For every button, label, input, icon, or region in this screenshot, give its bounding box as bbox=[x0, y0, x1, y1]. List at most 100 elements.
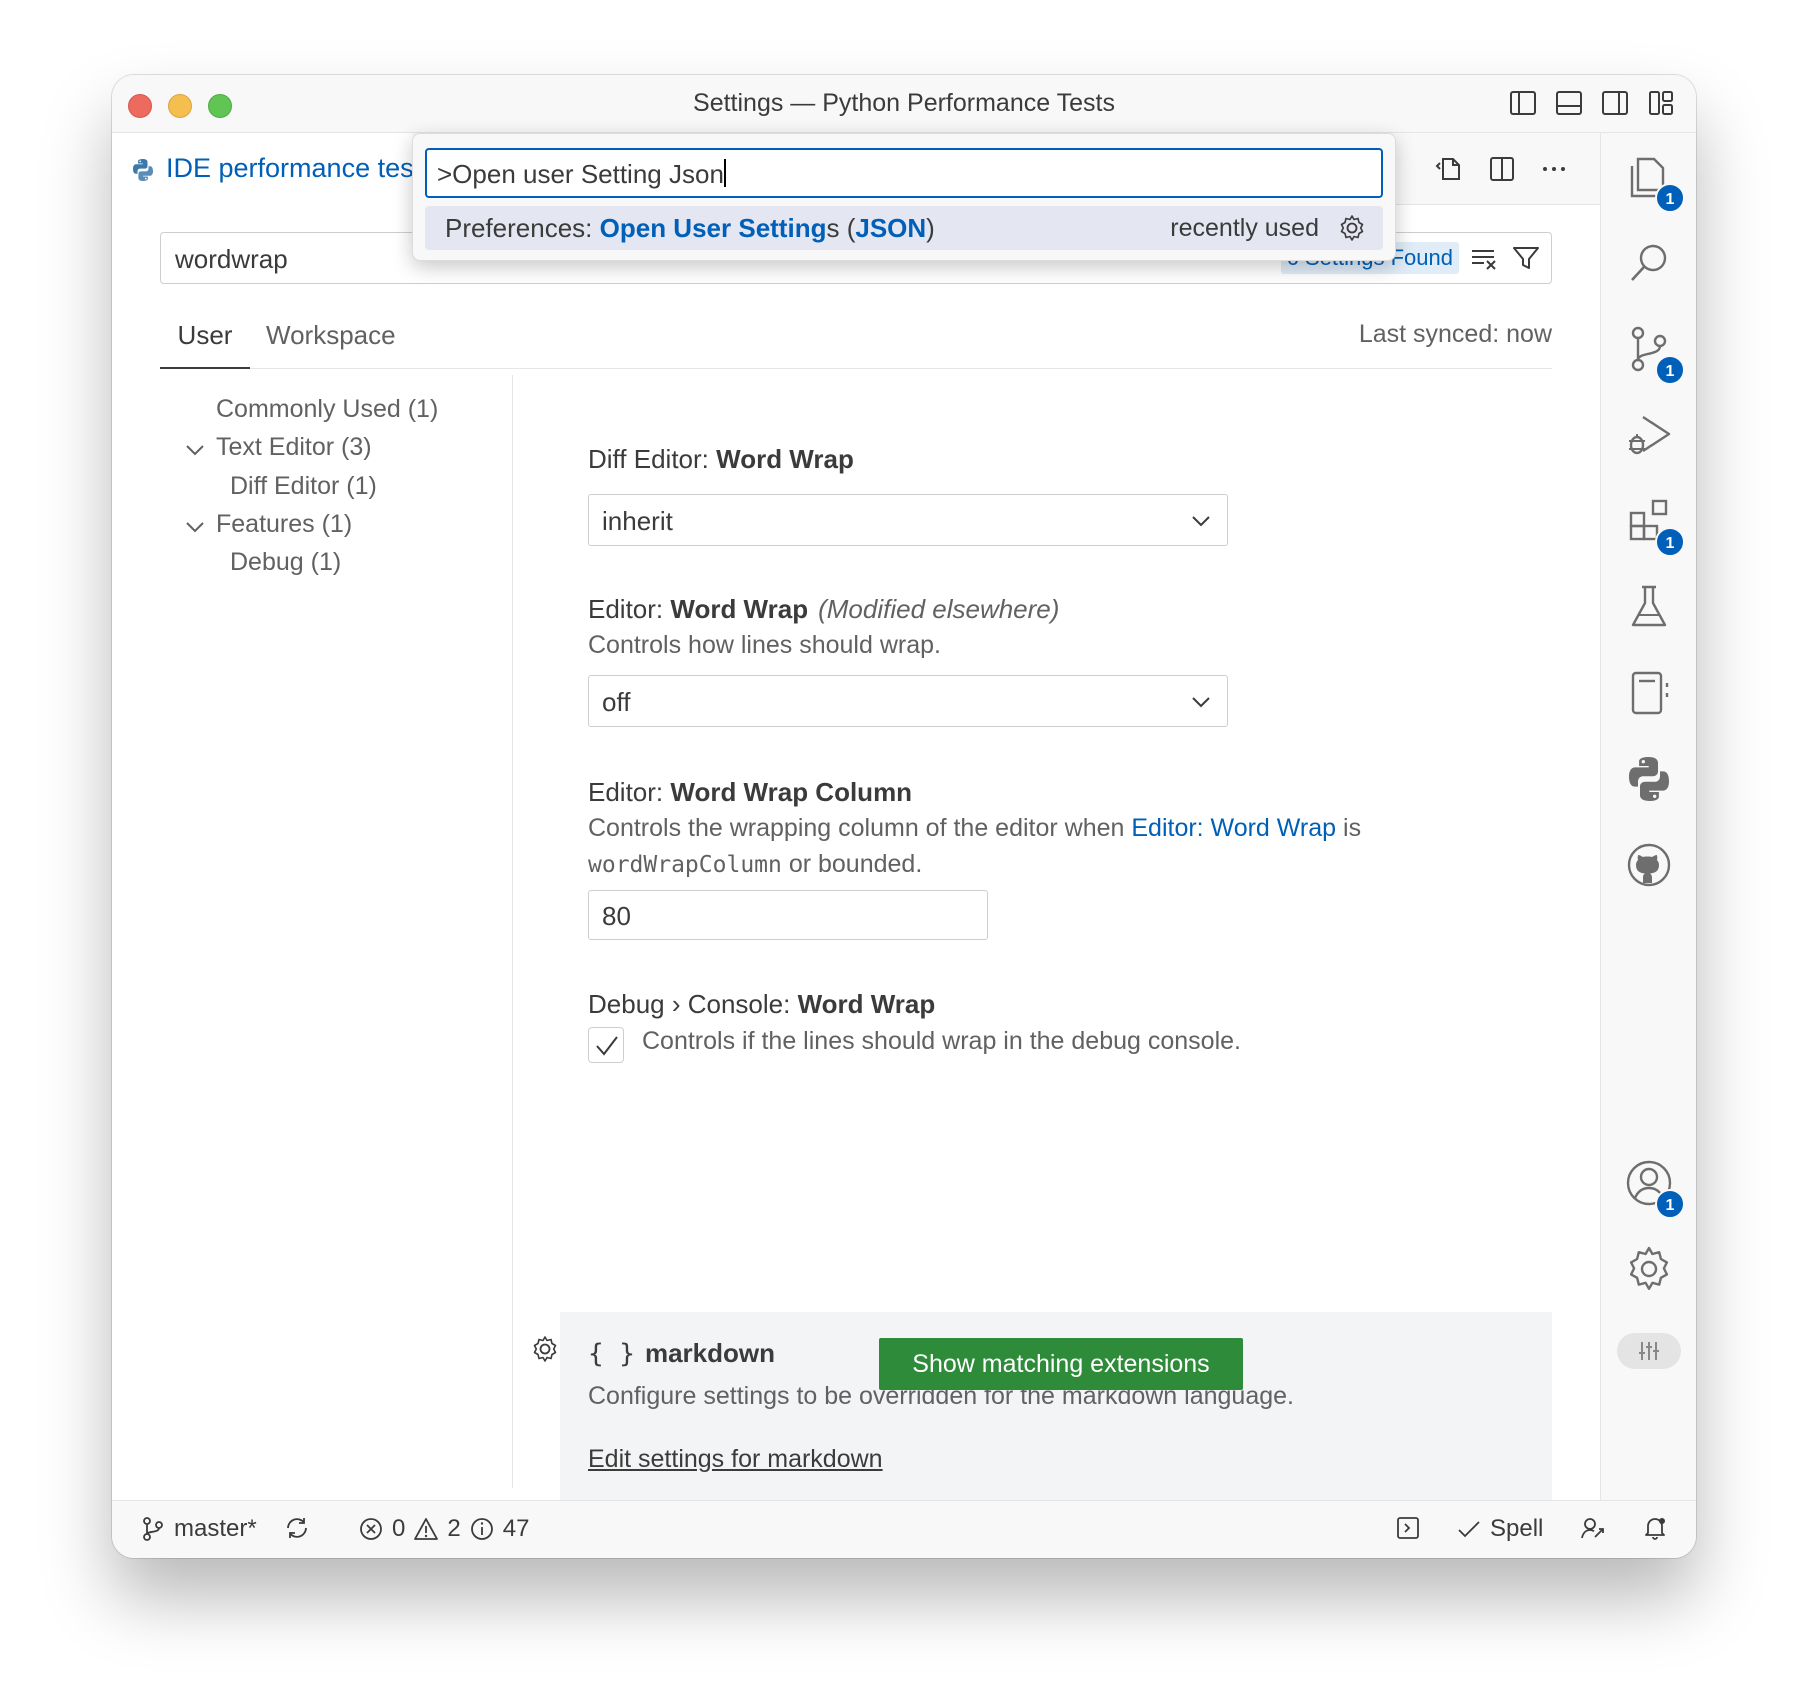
debug-word-wrap-checkbox[interactable] bbox=[588, 1027, 624, 1063]
spell-check-status[interactable]: Spell bbox=[1456, 1515, 1543, 1543]
split-editor-icon[interactable] bbox=[1486, 153, 1518, 185]
command-input-value: >Open user Setting Json bbox=[437, 159, 726, 190]
explorer-icon[interactable]: 1 bbox=[1623, 151, 1685, 213]
editor-word-wrap-select[interactable]: off bbox=[588, 675, 1228, 727]
title-bar: Settings — Python Performance Tests bbox=[112, 75, 1696, 133]
language-name: markdown bbox=[644, 1338, 775, 1368]
configure-keybinding-gear-icon[interactable] bbox=[1337, 213, 1367, 243]
setting-category: Editor: bbox=[588, 777, 671, 807]
info-count: 47 bbox=[502, 1515, 530, 1542]
toggle-primary-sidebar-icon[interactable] bbox=[1508, 88, 1538, 118]
error-count: 0 bbox=[392, 1515, 406, 1542]
setting-link[interactable]: Editor: Word Wrap bbox=[1131, 814, 1336, 842]
adjust-controls-button[interactable] bbox=[1617, 1333, 1681, 1369]
edit-markdown-settings-link[interactable]: Edit settings for markdown bbox=[588, 1445, 883, 1474]
extensions-badge: 1 bbox=[1655, 527, 1685, 557]
braces-icon: { } bbox=[588, 1339, 635, 1369]
toc-item-text-editor[interactable]: Text Editor (3) bbox=[216, 433, 372, 462]
setting-description: Controls how lines should wrap. bbox=[588, 631, 941, 659]
select-value: off bbox=[602, 687, 631, 717]
description-text: or bounded. bbox=[781, 850, 923, 878]
info-icon bbox=[470, 1518, 493, 1540]
layout-controls bbox=[1508, 88, 1676, 118]
bell-icon bbox=[1645, 1518, 1665, 1540]
source-control-icon[interactable]: 1 bbox=[1623, 323, 1685, 385]
checkmark-icon bbox=[596, 1036, 618, 1056]
result-text: s ( bbox=[826, 213, 856, 243]
command-palette: >Open user Setting Json Preferences: Ope… bbox=[412, 133, 1396, 261]
setting-name: Word Wrap Column bbox=[670, 777, 913, 807]
setting-name: Word Wrap bbox=[670, 594, 809, 624]
git-branch-icon bbox=[143, 1517, 163, 1541]
setting-name: Word Wrap bbox=[797, 989, 936, 1019]
extensions-icon[interactable]: 1 bbox=[1623, 495, 1685, 557]
toc-divider bbox=[512, 375, 513, 1488]
toc-item-features[interactable]: Features (1) bbox=[216, 510, 352, 539]
markdown-title: { } markdown bbox=[588, 1338, 775, 1369]
show-matching-extensions-button[interactable]: Show matching extensions bbox=[879, 1338, 1243, 1390]
description-text: is bbox=[1336, 814, 1362, 842]
sync-button[interactable] bbox=[284, 1515, 310, 1541]
python-icon[interactable] bbox=[1623, 753, 1675, 805]
diff-word-wrap-select[interactable]: inherit bbox=[588, 494, 1228, 546]
terminal-icon bbox=[1397, 1517, 1419, 1539]
toggle-secondary-sidebar-icon[interactable] bbox=[1600, 88, 1630, 118]
accounts-icon[interactable]: 1 bbox=[1623, 1157, 1685, 1219]
python-file-icon bbox=[130, 157, 156, 183]
text-caret bbox=[723, 159, 726, 187]
editor-tab[interactable]: IDE performance tes bbox=[112, 133, 414, 205]
tab-workspace[interactable]: Workspace bbox=[266, 320, 396, 351]
setting-description: Controls the wrapping column of the edit… bbox=[588, 810, 1508, 883]
problems-status[interactable]: 0 2 47 bbox=[358, 1515, 529, 1543]
chevron-down-icon[interactable] bbox=[184, 516, 206, 538]
more-actions-icon[interactable] bbox=[1538, 153, 1570, 185]
testing-icon[interactable] bbox=[1623, 581, 1675, 633]
activity-bar: 1 1 1 1 bbox=[1600, 133, 1696, 1500]
settings-editor: wordwrap 6 Settings Found User Workspace… bbox=[112, 205, 1600, 1522]
feedback-button[interactable] bbox=[1580, 1515, 1606, 1541]
input-value: 80 bbox=[602, 901, 631, 931]
customize-layout-icon[interactable] bbox=[1646, 88, 1676, 118]
setting-title-debug-word-wrap: Debug › Console: Word Wrap bbox=[588, 989, 935, 1020]
toc-item-diff-editor[interactable]: Diff Editor (1) bbox=[230, 472, 377, 501]
notifications-button[interactable] bbox=[1642, 1515, 1668, 1541]
word-wrap-column-input[interactable]: 80 bbox=[588, 890, 988, 940]
chevron-down-icon[interactable] bbox=[184, 439, 206, 461]
tab-user[interactable]: User bbox=[160, 320, 250, 369]
branch-status[interactable]: master* bbox=[140, 1515, 257, 1543]
command-result-item[interactable]: Preferences: Open User Settings (JSON) r… bbox=[425, 206, 1383, 250]
chevron-down-icon bbox=[1192, 697, 1210, 708]
toc-item-commonly-used[interactable]: Commonly Used (1) bbox=[216, 395, 438, 424]
result-highlight: JSON bbox=[855, 213, 927, 243]
sync-icon bbox=[287, 1518, 307, 1538]
command-palette-input[interactable]: >Open user Setting Json bbox=[425, 148, 1383, 198]
search-icon[interactable] bbox=[1623, 237, 1675, 289]
settings-list: Diff Editor: Word Wrap inherit Editor: W… bbox=[560, 205, 1588, 1522]
open-settings-json-icon[interactable] bbox=[1434, 153, 1466, 185]
setting-category: Diff Editor: bbox=[588, 444, 717, 474]
error-icon bbox=[360, 1518, 382, 1540]
accounts-badge: 1 bbox=[1655, 1189, 1685, 1219]
toggle-panel-icon[interactable] bbox=[1554, 88, 1584, 118]
status-bar: master* 0 2 47 Spell bbox=[112, 1500, 1696, 1558]
window-title: Settings — Python Performance Tests bbox=[693, 89, 1115, 117]
editor-tab-label: IDE performance tes bbox=[166, 153, 414, 183]
toggle-terminal-button[interactable] bbox=[1395, 1515, 1421, 1541]
settings-search-value: wordwrap bbox=[175, 244, 288, 274]
setting-title-diff-word-wrap: Diff Editor: Word Wrap bbox=[588, 444, 854, 475]
setting-name: Word Wrap bbox=[716, 444, 854, 474]
spell-label: Spell bbox=[1490, 1515, 1544, 1542]
warning-icon bbox=[414, 1518, 439, 1540]
toc-item-debug[interactable]: Debug (1) bbox=[230, 548, 341, 577]
command-result-label: Preferences: Open User Settings (JSON) bbox=[445, 213, 935, 244]
notebook-icon[interactable] bbox=[1623, 667, 1675, 719]
checkbox-label[interactable]: Controls if the lines should wrap in the… bbox=[642, 1027, 1241, 1056]
github-icon[interactable] bbox=[1623, 839, 1675, 891]
run-debug-icon[interactable] bbox=[1623, 409, 1675, 461]
setting-title-editor-word-wrap: Editor: Word Wrap (Modified elsewhere) bbox=[588, 594, 1059, 625]
manage-gear-icon[interactable] bbox=[1623, 1243, 1675, 1295]
scm-badge: 1 bbox=[1655, 355, 1685, 385]
gear-icon[interactable] bbox=[530, 1334, 560, 1364]
modified-elsewhere-indicator[interactable]: (Modified elsewhere) bbox=[818, 594, 1059, 624]
explorer-badge: 1 bbox=[1655, 183, 1685, 213]
